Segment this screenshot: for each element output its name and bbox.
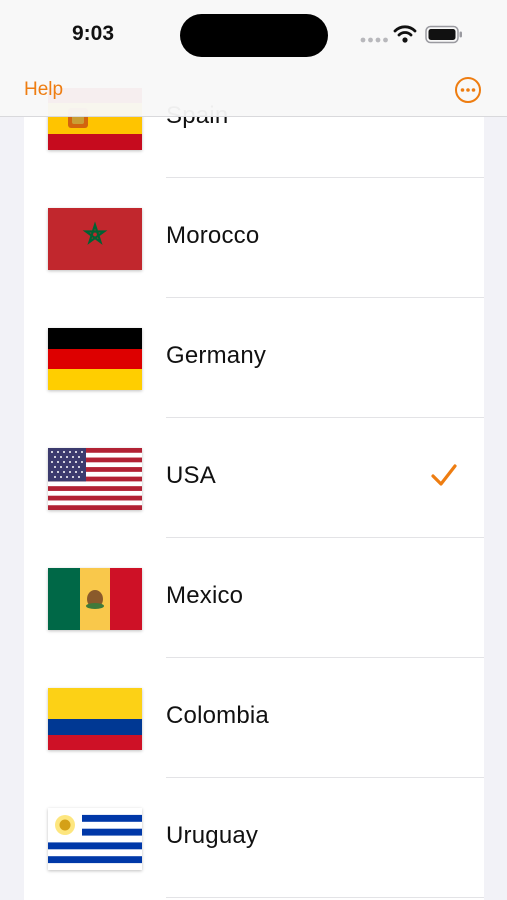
ellipsis-circle-icon[interactable] xyxy=(454,76,482,104)
country-row-uruguay[interactable]: Uruguay xyxy=(24,778,484,898)
country-list-card: Spain Morocco Germany xyxy=(24,60,484,900)
country-row-mexico[interactable]: Mexico xyxy=(24,538,484,658)
colombia-flag-icon xyxy=(48,688,142,750)
row-divider xyxy=(166,897,484,898)
country-row-morocco[interactable]: Morocco xyxy=(24,178,484,298)
country-name: Morocco xyxy=(166,222,260,249)
navigation-bar: 9:03 Help xyxy=(0,0,507,117)
germany-flag-icon xyxy=(48,328,142,390)
help-button[interactable]: Help xyxy=(24,79,63,101)
status-time: 9:03 xyxy=(72,22,115,45)
country-row-usa[interactable]: USA xyxy=(24,418,484,538)
country-name: Mexico xyxy=(166,582,244,609)
cellular-signal-icon xyxy=(360,37,388,43)
usa-flag-icon xyxy=(48,448,142,510)
country-row-germany[interactable]: Germany xyxy=(24,298,484,418)
country-name: Colombia xyxy=(166,702,269,729)
country-row-colombia[interactable]: Colombia xyxy=(24,658,484,778)
country-name: Uruguay xyxy=(166,822,259,849)
checkmark-icon xyxy=(430,462,458,490)
battery-icon xyxy=(425,25,462,44)
dynamic-island xyxy=(180,14,328,57)
morocco-flag-icon xyxy=(48,208,142,270)
mexico-flag-icon xyxy=(48,568,142,630)
country-name: USA xyxy=(166,462,216,489)
country-name: Germany xyxy=(166,342,267,369)
wifi-icon xyxy=(393,25,417,43)
country-list: Spain Morocco Germany xyxy=(24,60,484,898)
uruguay-flag-icon xyxy=(48,808,142,870)
